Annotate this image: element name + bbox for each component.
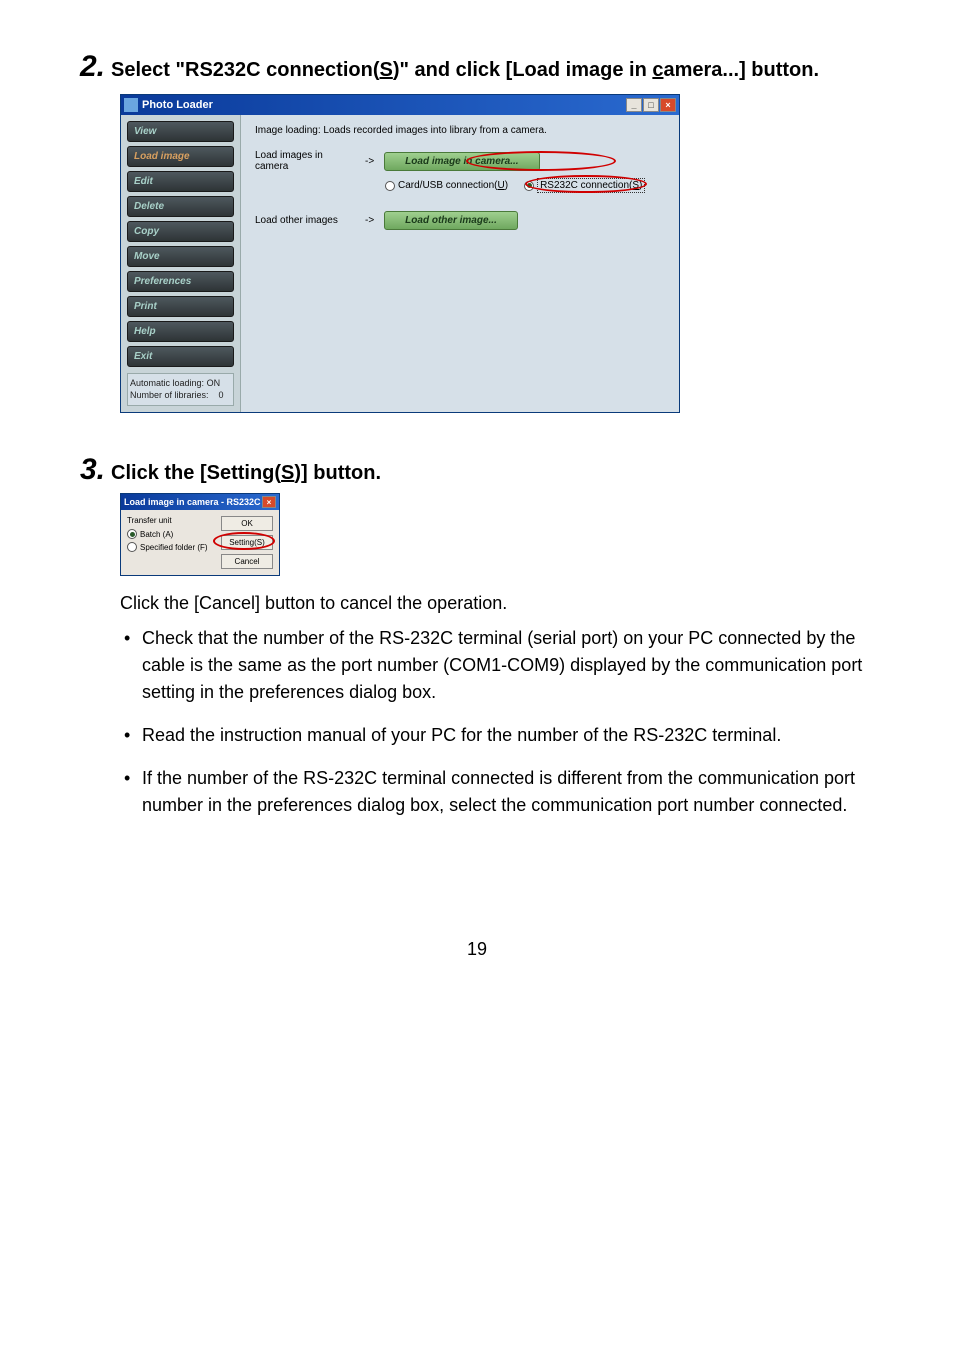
row-load-camera-label: Load images in camera <box>255 150 355 172</box>
radio-card-usb-label: Card/USB connection(U) <box>398 180 508 191</box>
status-lib-label: Number of libraries: <box>130 390 209 400</box>
row-load-other-label: Load other images <box>255 215 355 226</box>
dialog-close-button[interactable]: × <box>262 496 276 508</box>
step-2-text-a: Select "RS232C connection( <box>111 59 379 81</box>
radio-rs232c-label: RS232C connection(S) <box>537 178 645 193</box>
radio-icon <box>524 181 534 191</box>
radio-batch[interactable]: Batch (A) <box>127 529 215 539</box>
step-2-text: Select "RS232C connection(S)" and click … <box>111 56 819 84</box>
cancel-button[interactable]: Cancel <box>221 554 273 569</box>
dialog-transfer-unit: Transfer unit Batch (A) Specified folder… <box>127 516 215 569</box>
step-2-text-s: S <box>379 59 392 81</box>
dialog-title: Load image in camera - RS232C <box>124 497 261 507</box>
load-image-in-camera-button[interactable]: Load image in camera... <box>384 152 539 171</box>
bullet-item: If the number of the RS-232C terminal co… <box>120 765 874 819</box>
close-button[interactable]: × <box>660 98 676 112</box>
ok-button[interactable]: OK <box>221 516 273 531</box>
load-image-dialog: Load image in camera - RS232C × Transfer… <box>120 493 280 576</box>
radio-batch-label: Batch (A) <box>140 530 173 539</box>
status-lib-value: 0 <box>219 390 224 400</box>
page-number: 19 <box>80 939 874 960</box>
sidebar-item-edit[interactable]: Edit <box>127 171 234 192</box>
arrow-icon: -> <box>365 156 374 167</box>
step-3: 3. Click the [Setting(S)] button. Load i… <box>80 453 874 819</box>
cancel-instruction: Click the [Cancel] button to cancel the … <box>120 590 874 617</box>
transfer-unit-label: Transfer unit <box>127 516 215 525</box>
main-pane: Image loading: Loads recorded images int… <box>241 115 679 412</box>
window-title: Photo Loader <box>142 99 213 111</box>
bullet-list: Check that the number of the RS-232C ter… <box>120 625 874 819</box>
sidebar-item-copy[interactable]: Copy <box>127 221 234 242</box>
sidebar-status: Automatic loading: ON Number of librarie… <box>127 373 234 406</box>
step-3-heading: 3. Click the [Setting(S)] button. <box>80 453 874 487</box>
bullet-item: Check that the number of the RS-232C ter… <box>120 625 874 706</box>
setting-button[interactable]: Setting(S) <box>221 535 273 550</box>
radio-folder-label: Specified folder (F) <box>140 543 208 552</box>
row-load-other: Load other images -> Load other image... <box>255 211 665 230</box>
step-3-text-s: S <box>281 462 294 484</box>
maximize-button[interactable]: □ <box>643 98 659 112</box>
arrow-icon: -> <box>365 215 374 226</box>
radio-card-usb[interactable]: Card/USB connection(U) <box>385 180 508 191</box>
dialog-titlebar[interactable]: Load image in camera - RS232C × <box>121 494 279 510</box>
connection-radio-group: Card/USB connection(U) RS232C connection… <box>385 178 665 193</box>
step-3-body: Click the [Cancel] button to cancel the … <box>120 590 874 819</box>
photo-loader-window: Photo Loader _ □ × View Load image Edit … <box>120 94 680 413</box>
step-3-number: 3. <box>80 453 105 487</box>
step-2-text-c: c <box>652 59 663 81</box>
step-2-text-b: )" and click [Load image in <box>393 59 653 81</box>
step-2: 2. Select "RS232C connection(S)" and cli… <box>80 50 874 413</box>
sidebar-item-help[interactable]: Help <box>127 321 234 342</box>
sidebar-item-view[interactable]: View <box>127 121 234 142</box>
radio-icon <box>127 542 137 552</box>
sidebar: View Load image Edit Delete Copy Move Pr… <box>121 115 241 412</box>
status-auto-value: ON <box>207 378 221 388</box>
sidebar-item-print[interactable]: Print <box>127 296 234 317</box>
window-titlebar[interactable]: Photo Loader _ □ × <box>121 95 679 115</box>
radio-rs232c[interactable]: RS232C connection(S) <box>524 178 645 193</box>
step-2-heading: 2. Select "RS232C connection(S)" and cli… <box>80 50 874 84</box>
status-auto-label: Automatic loading: <box>130 378 204 388</box>
bullet-item: Read the instruction manual of your PC f… <box>120 722 874 749</box>
radio-specified-folder[interactable]: Specified folder (F) <box>127 542 215 552</box>
step-3-text: Click the [Setting(S)] button. <box>111 459 381 487</box>
radio-icon <box>127 529 137 539</box>
load-other-image-button[interactable]: Load other image... <box>384 211 518 230</box>
sidebar-item-delete[interactable]: Delete <box>127 196 234 217</box>
sidebar-item-exit[interactable]: Exit <box>127 346 234 367</box>
pane-description: Image loading: Loads recorded images int… <box>255 125 665 136</box>
minimize-button[interactable]: _ <box>626 98 642 112</box>
step-2-number: 2. <box>80 50 105 84</box>
step-2-text-d: amera...] button. <box>663 59 819 81</box>
step-3-text-b: )] button. <box>294 462 381 484</box>
app-icon <box>124 98 138 112</box>
sidebar-item-move[interactable]: Move <box>127 246 234 267</box>
row-load-camera: Load images in camera -> Load image in c… <box>255 150 665 172</box>
window-controls: _ □ × <box>626 98 676 112</box>
sidebar-item-load-image[interactable]: Load image <box>127 146 234 167</box>
step-3-text-a: Click the [Setting( <box>111 462 281 484</box>
sidebar-item-preferences[interactable]: Preferences <box>127 271 234 292</box>
radio-icon <box>385 181 395 191</box>
